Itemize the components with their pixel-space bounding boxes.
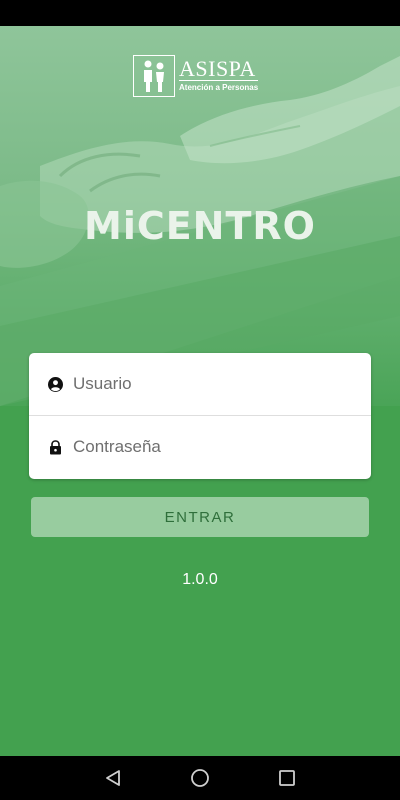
lock-icon <box>47 439 63 455</box>
login-form <box>29 353 371 479</box>
login-screen: ASISPA Atención a Personas MiCENTRO Usua… <box>0 26 400 756</box>
status-bar <box>0 0 400 26</box>
logo-name: ASISPA <box>179 56 256 81</box>
recents-icon[interactable] <box>272 763 302 793</box>
username-input[interactable] <box>73 374 343 394</box>
password-input[interactable] <box>73 437 343 457</box>
hero-image: ASISPA Atención a Personas MiCENTRO <box>0 26 400 406</box>
system-nav-bar <box>0 756 400 800</box>
password-field-row <box>29 415 371 478</box>
login-button[interactable]: ENTRAR <box>31 497 369 537</box>
user-icon <box>47 376 63 392</box>
home-icon[interactable] <box>185 763 215 793</box>
asispa-logo: ASISPA Atención a Personas <box>133 54 268 98</box>
logo-tagline: Atención a Personas <box>179 80 259 94</box>
back-icon[interactable] <box>98 763 128 793</box>
username-field-row <box>29 353 371 415</box>
app-title: MiCENTRO <box>84 204 316 248</box>
logo-figures-icon <box>133 55 175 97</box>
app-version: 1.0.0 <box>182 571 218 588</box>
